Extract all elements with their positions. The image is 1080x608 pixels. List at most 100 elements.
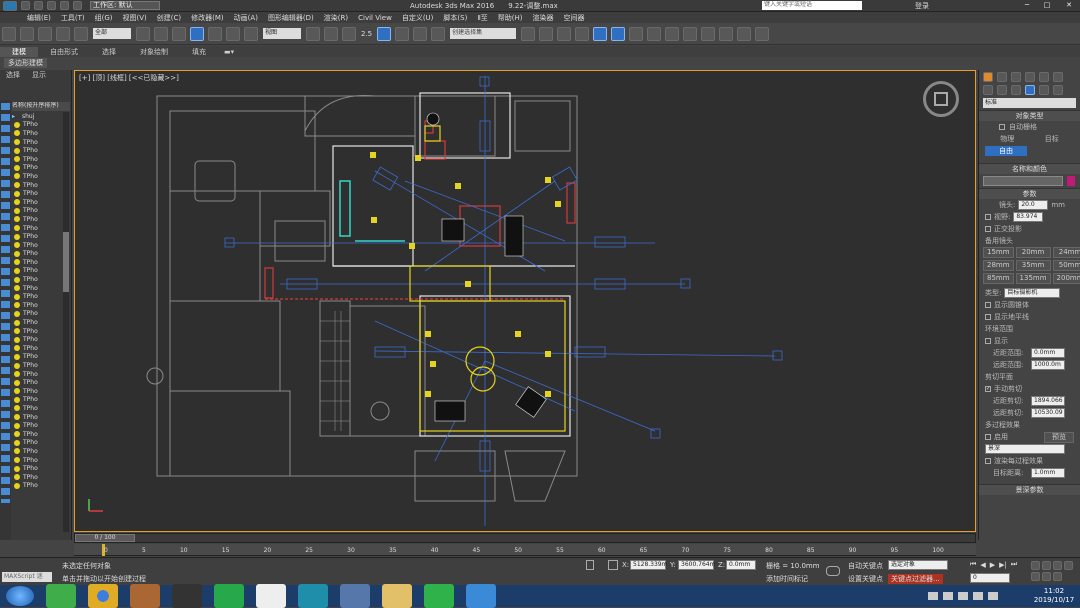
env-show-checkbox[interactable] [985, 338, 991, 344]
zoom-all-icon[interactable] [1042, 561, 1051, 570]
minimize-button[interactable]: ─ [1020, 1, 1034, 10]
menu-help[interactable]: 帮助(H) [493, 13, 528, 23]
go-to-end-icon[interactable]: ⏭ [1011, 560, 1017, 569]
list-item[interactable]: TPho [12, 301, 62, 310]
render-setup-icon[interactable] [647, 26, 662, 41]
multipass-enable-checkbox[interactable] [985, 434, 991, 440]
start-button-icon[interactable] [6, 586, 34, 606]
list-item[interactable]: TPho [12, 447, 62, 456]
redo-icon[interactable] [20, 26, 34, 41]
list-item[interactable]: TPho [12, 241, 62, 250]
menu-animation[interactable]: 动画(A) [229, 13, 263, 23]
object-name-field[interactable] [983, 176, 1063, 186]
list-item[interactable]: TPho [12, 275, 62, 284]
app-6-icon[interactable] [172, 584, 202, 608]
snap-toggle[interactable]: 2.5 [361, 30, 372, 38]
menu-extra[interactable]: Ⅱ至 [472, 13, 492, 23]
z-coordinate-field[interactable]: 0.0mm [726, 560, 756, 570]
maximize-button[interactable]: □ [1040, 1, 1054, 10]
auto-grid-checkbox[interactable] [999, 124, 1005, 130]
list-item[interactable]: TPho [12, 146, 62, 155]
ribbon-toggle-icon[interactable] [575, 26, 590, 41]
target-distance-input[interactable]: 1.0mm [1031, 468, 1065, 478]
move-icon[interactable] [208, 26, 222, 41]
menu-rendering[interactable]: 渲染(R) [319, 13, 353, 23]
list-item[interactable]: TPho [12, 370, 62, 379]
list-item[interactable]: TPho [12, 284, 62, 293]
explorer-tab-display[interactable]: 显示 [26, 70, 52, 80]
ribbon-tab-populate[interactable]: 填充 [180, 47, 218, 57]
selection-filter-dropdown[interactable]: 全部 [93, 28, 131, 39]
list-item[interactable]: TPho [12, 464, 62, 473]
key-mode-icon[interactable] [826, 566, 840, 576]
ribbon-subtitle[interactable]: 多边形建模 [4, 58, 47, 68]
list-item[interactable]: TPho [12, 310, 62, 319]
menu-edit[interactable]: 编辑(E) [22, 13, 56, 23]
utilities-panel-icon[interactable] [1053, 71, 1063, 82]
rotate-icon[interactable] [226, 26, 240, 41]
percent-snap-icon[interactable] [395, 26, 410, 41]
list-item[interactable]: TPho [12, 404, 62, 413]
zoom-extents-icon[interactable] [1053, 561, 1062, 570]
helpers-icon[interactable] [1039, 84, 1049, 95]
list-item[interactable]: TPho [12, 353, 62, 362]
set-key-button[interactable]: 设置关键点 [848, 574, 883, 584]
app-logo-icon[interactable] [3, 0, 17, 11]
spacewarps-icon[interactable] [1053, 84, 1063, 95]
x-coordinate-field[interactable]: 5128.339m [630, 560, 667, 570]
list-item[interactable]: TPho [12, 198, 62, 207]
manual-clip-checkbox[interactable]: ✓ [985, 386, 991, 392]
scale-icon[interactable] [244, 26, 258, 41]
mirror-icon[interactable] [521, 26, 536, 41]
menu-customize[interactable]: 自定义(U) [397, 13, 439, 23]
edit-named-selection-icon[interactable] [431, 26, 446, 41]
field-of-view-icon[interactable] [1064, 561, 1073, 570]
clock[interactable]: 11:02 2019/10/17 [1028, 587, 1080, 605]
dof-params-rollout[interactable]: 景深参数 [979, 484, 1080, 495]
keyboard-shortcut-icon[interactable] [342, 26, 356, 41]
lock-selection-icon[interactable] [586, 560, 594, 570]
list-item[interactable]: TPho [12, 327, 62, 336]
list-item[interactable]: TPho [12, 318, 62, 327]
geometry-icon[interactable] [983, 84, 993, 95]
shapes-icon[interactable] [997, 84, 1007, 95]
render-production-icon[interactable] [683, 26, 698, 41]
spinner-snap-icon[interactable] [413, 26, 428, 41]
align-icon[interactable] [539, 26, 554, 41]
fov-input[interactable]: 83.974 [1013, 212, 1044, 222]
angle-snap-icon[interactable] [377, 26, 392, 41]
curve-editor-icon[interactable] [593, 26, 608, 41]
list-item[interactable]: TPho [12, 344, 62, 353]
list-item[interactable]: TPho [12, 232, 62, 241]
list-item[interactable]: TPho [12, 189, 62, 198]
pencil-app-icon[interactable] [130, 584, 160, 608]
rect-selection-icon[interactable] [172, 26, 186, 41]
selected-object-dropdown[interactable]: 选定对象 [888, 560, 948, 570]
unlink-icon[interactable] [56, 26, 70, 41]
material-editor-icon[interactable] [629, 26, 644, 41]
link-icon[interactable] [38, 26, 52, 41]
new-file-icon[interactable] [21, 1, 30, 10]
window-crossing-icon[interactable] [190, 26, 204, 41]
show-horizon-checkbox[interactable] [985, 314, 991, 320]
ribbon-tab-freeform[interactable]: 自由形式 [38, 47, 90, 57]
ribbon-options-icon[interactable]: ▬▾ [218, 48, 240, 56]
list-item[interactable]: TPho [12, 396, 62, 405]
list-item[interactable]: TPho [12, 378, 62, 387]
lens-28mm-button[interactable]: 28mm [983, 260, 1014, 271]
menu-tools[interactable]: 工具(T) [56, 13, 90, 23]
explorer-tool-icons[interactable] [1, 103, 10, 503]
undo-icon[interactable] [2, 26, 16, 41]
menu-create[interactable]: 创建(C) [152, 13, 186, 23]
list-item[interactable]: TPho [12, 439, 62, 448]
list-item[interactable]: TPho [12, 473, 62, 482]
layer-manager-icon[interactable] [557, 26, 572, 41]
object-color-swatch[interactable] [1067, 176, 1075, 186]
browser-icon[interactable] [466, 584, 496, 608]
select-by-name-icon[interactable] [154, 26, 168, 41]
motion-panel-icon[interactable] [1025, 71, 1035, 82]
near-range-input[interactable]: 0.0mm [1031, 348, 1065, 358]
teapot-render-icon[interactable] [701, 26, 716, 41]
close-button[interactable]: ✕ [1060, 1, 1078, 10]
time-slider-thumb[interactable]: 0 / 100 [75, 534, 135, 542]
